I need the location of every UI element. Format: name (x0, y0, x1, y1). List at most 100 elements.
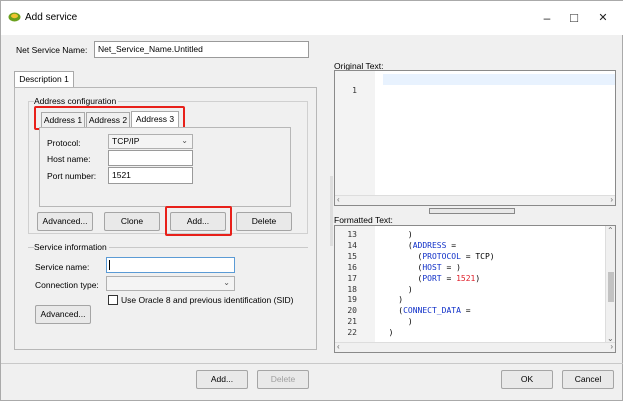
oracle8-checkbox[interactable] (108, 295, 118, 305)
code-text: (HOST = ) (379, 262, 461, 273)
code-text: (PORT = 1521) (379, 273, 481, 284)
formatted-hscrollbar[interactable]: ‹ › (335, 342, 615, 352)
line-number: 13 (347, 230, 357, 239)
vscroll-thumb[interactable] (608, 272, 614, 302)
code-token: ( (379, 306, 404, 316)
line-number: 18 (347, 284, 357, 294)
scroll-left-icon[interactable]: ‹ (337, 195, 340, 204)
code-keyword: PROTOCOL (422, 251, 461, 261)
original-text-editor[interactable]: 1 ‹ › (334, 70, 616, 206)
code-text: (CONNECT_DATA = (379, 305, 471, 316)
protocol-value: TCP/IP (112, 136, 140, 146)
line-number: 19 (347, 295, 357, 305)
line-number: 17 (347, 273, 357, 283)
original-line: 1 (335, 74, 375, 95)
service-info-title: Service information (34, 242, 109, 252)
connection-type-label: Connection type: (35, 280, 99, 290)
chevron-down-icon: ⌄ (181, 136, 188, 145)
code-token: ( (379, 262, 423, 272)
port-number-label: Port number: (47, 171, 97, 181)
cancel-button[interactable]: Cancel (562, 370, 614, 389)
window-title: Add service (25, 12, 78, 23)
tab-description-1[interactable]: Description 1 (14, 71, 74, 88)
line-number: 22 (347, 328, 357, 338)
code-token: ) (379, 230, 413, 239)
oracle8-checkbox-label[interactable]: Use Oracle 8 and previous identification… (121, 295, 293, 305)
code-text: (ADDRESS = (379, 240, 456, 251)
code-token: ( (379, 240, 413, 250)
host-name-field[interactable] (108, 150, 193, 166)
code-text: ) (379, 327, 394, 338)
service-name-label: Service name: (35, 262, 90, 272)
code-token: ) (379, 317, 413, 327)
code-line: 21 ) (335, 316, 605, 327)
code-token: ) (379, 284, 413, 294)
oracle-app-icon (8, 12, 21, 22)
code-token: ( (379, 273, 423, 283)
clone-button[interactable]: Clone (104, 212, 160, 231)
code-line: 18 ) (335, 284, 605, 295)
text-cursor (109, 260, 110, 270)
address-advanced-button[interactable]: Advanced... (37, 212, 93, 231)
delete-service-button[interactable]: Delete (257, 370, 309, 389)
formatted-vscrollbar[interactable]: ⌃ ⌄ (605, 226, 615, 343)
address-config-title: Address configuration (34, 96, 119, 106)
line-number: 21 (347, 317, 357, 327)
minimize-button[interactable]: – (535, 9, 559, 27)
code-line: 13 ) (335, 229, 605, 240)
add-button-highlight (165, 206, 232, 236)
code-token: = ) (441, 262, 461, 272)
code-line: 15 (PROTOCOL = TCP) (335, 251, 605, 262)
maximize-button[interactable]: □ (562, 9, 586, 27)
protocol-label: Protocol: (47, 138, 81, 148)
ok-button[interactable]: OK (501, 370, 553, 389)
add-service-button[interactable]: Add... (196, 370, 248, 389)
host-name-label: Host name: (47, 154, 91, 164)
scroll-right-icon[interactable]: › (610, 195, 613, 204)
code-line: 20 (CONNECT_DATA = (335, 305, 605, 316)
delete-address-button[interactable]: Delete (236, 212, 292, 231)
code-line: 17 (PORT = 1521) (335, 273, 605, 284)
code-text: ) (379, 229, 413, 240)
service-advanced-button[interactable]: Advanced... (35, 305, 91, 324)
code-text: ) (379, 284, 413, 295)
code-keyword: HOST (422, 262, 442, 272)
scroll-up-icon[interactable]: ⌃ (607, 226, 614, 235)
line-number: 20 (347, 306, 357, 316)
code-token: = (460, 306, 471, 316)
code-text: ) (379, 316, 413, 327)
code-token: = (441, 273, 457, 283)
service-name-field[interactable] (106, 257, 235, 273)
line-number: 15 (347, 251, 357, 261)
scroll-left-icon[interactable]: ‹ (337, 342, 340, 351)
code-keyword: CONNECT_DATA (403, 306, 461, 316)
splitter-handle[interactable] (429, 208, 515, 214)
code-line: 14 (ADDRESS = (335, 240, 605, 251)
line-number: 1 (352, 86, 357, 95)
code-token: = TCP) (460, 251, 495, 261)
code-keyword: PORT (422, 273, 442, 283)
scroll-right-icon[interactable]: › (610, 342, 613, 351)
code-keyword: ADDRESS (412, 240, 447, 250)
code-token: = (446, 240, 457, 250)
line-number: 14 (347, 240, 357, 250)
bottom-divider (1, 363, 623, 364)
code-text: (PROTOCOL = TCP) (379, 251, 495, 262)
connection-type-select[interactable]: ⌄ (106, 276, 235, 291)
original-hscrollbar[interactable]: ‹ › (335, 195, 615, 205)
code-line: 16 (HOST = ) (335, 262, 605, 273)
protocol-select[interactable]: TCP/IP ⌄ (108, 134, 193, 149)
add-service-dialog: Add service – □ ✕ Net Service Name: Net_… (0, 0, 623, 401)
vertical-splitter[interactable] (330, 176, 333, 246)
formatted-text-label: Formatted Text: (334, 215, 393, 225)
formatted-text-editor[interactable]: 13 ) 14 (ADDRESS = 15 (PROTOCOL = TCP) 16 (… (334, 225, 616, 353)
port-number-field[interactable]: 1521 (108, 167, 193, 184)
current-line-highlight (383, 74, 615, 85)
code-token: ( (379, 251, 423, 261)
net-service-name-field[interactable]: Net_Service_Name.Untitled (94, 41, 309, 58)
close-button[interactable]: ✕ (591, 9, 615, 27)
net-service-name-label: Net Service Name: (16, 45, 88, 55)
title-bar: Add service – □ ✕ (1, 1, 623, 35)
code-line: 19 ) (335, 294, 605, 305)
chevron-down-icon: ⌄ (223, 278, 230, 287)
